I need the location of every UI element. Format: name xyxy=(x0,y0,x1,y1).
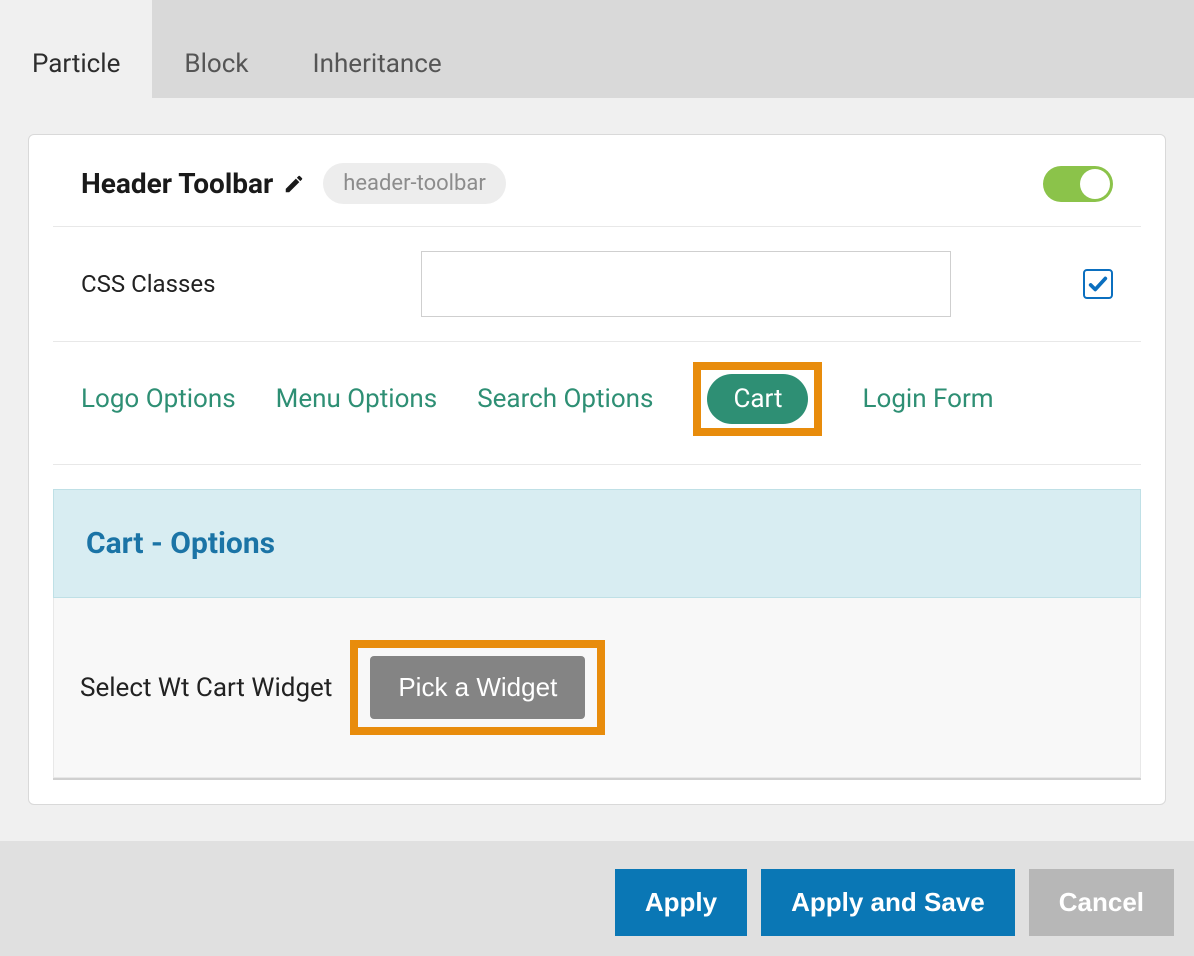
css-classes-row: CSS Classes xyxy=(53,227,1141,342)
subtab-logo[interactable]: Logo Options xyxy=(81,384,236,414)
toggle-knob xyxy=(1080,169,1110,199)
settings-panel: Header Toolbar header-toolbar CSS Classe… xyxy=(28,134,1166,805)
app-root: Particle Block Inheritance Header Toolba… xyxy=(0,0,1194,888)
pick-widget-button[interactable]: Pick a Widget xyxy=(370,656,585,719)
highlight-widget-button: Pick a Widget xyxy=(350,640,605,735)
tab-block[interactable]: Block xyxy=(152,0,280,98)
highlight-cart: Cart xyxy=(693,362,822,436)
apply-button[interactable]: Apply xyxy=(615,869,747,936)
top-tabs: Particle Block Inheritance xyxy=(0,0,1194,98)
footer-actions: Apply Apply and Save Cancel xyxy=(0,841,1194,956)
option-subtabs: Logo Options Menu Options Search Options… xyxy=(53,342,1141,465)
panel-title: Header Toolbar xyxy=(81,167,273,200)
section-title: Cart - Options xyxy=(53,489,1141,598)
tab-particle[interactable]: Particle xyxy=(0,0,152,98)
subtab-login[interactable]: Login Form xyxy=(862,384,993,414)
enable-toggle[interactable] xyxy=(1043,166,1113,202)
slug-badge: header-toolbar xyxy=(323,163,506,204)
subtab-search[interactable]: Search Options xyxy=(477,384,653,414)
apply-save-button[interactable]: Apply and Save xyxy=(761,869,1015,936)
tab-inheritance[interactable]: Inheritance xyxy=(281,0,474,98)
cart-options-section: Cart - Options Select Wt Cart Widget Pic… xyxy=(53,489,1141,780)
css-classes-label: CSS Classes xyxy=(81,270,421,298)
content-area: Header Toolbar header-toolbar CSS Classe… xyxy=(0,98,1194,805)
css-classes-input[interactable] xyxy=(421,251,951,317)
pencil-icon[interactable] xyxy=(283,173,305,195)
panel-header: Header Toolbar header-toolbar xyxy=(53,141,1141,227)
cancel-button[interactable]: Cancel xyxy=(1029,869,1174,936)
css-classes-checkbox[interactable] xyxy=(1083,269,1113,299)
subtab-menu[interactable]: Menu Options xyxy=(276,384,438,414)
section-body: Select Wt Cart Widget Pick a Widget xyxy=(53,598,1141,778)
select-widget-label: Select Wt Cart Widget xyxy=(80,673,332,703)
subtab-cart[interactable]: Cart xyxy=(707,374,808,424)
